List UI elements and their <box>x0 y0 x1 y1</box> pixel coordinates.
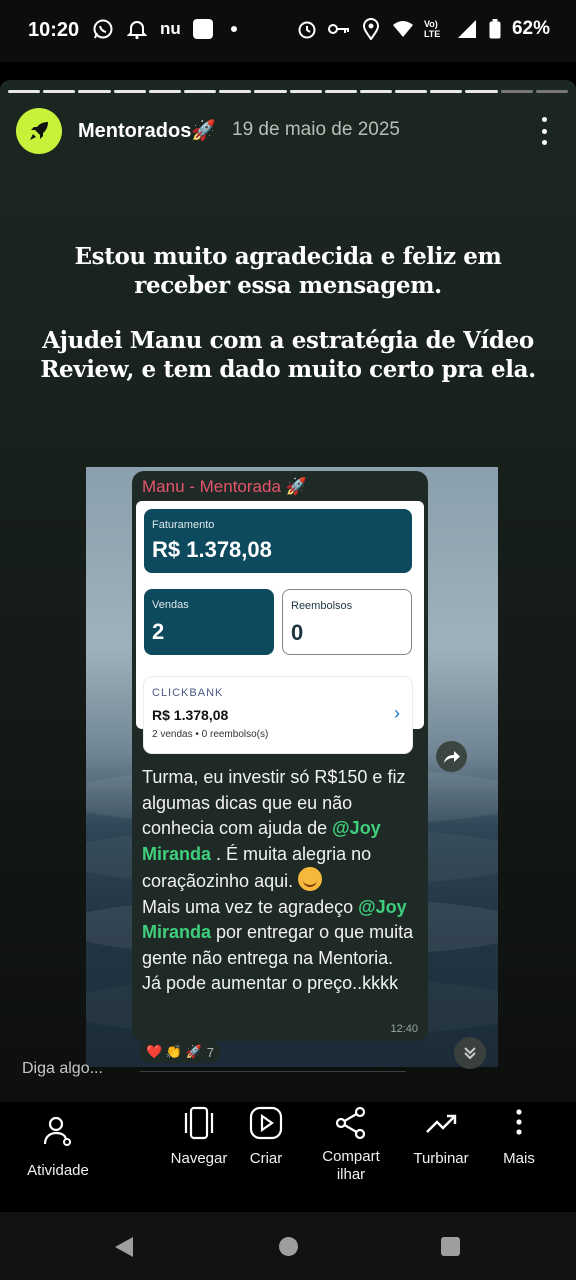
notification-icons: nu <box>92 18 237 40</box>
bell-icon <box>126 18 148 40</box>
more-label: Mais <box>503 1150 535 1167</box>
reply-input[interactable]: Diga algo... <box>22 1060 103 1078</box>
revenue-value: R$ 1.378,08 <box>152 537 272 562</box>
avatar[interactable] <box>16 108 62 154</box>
chevron-down-icon <box>454 1037 486 1069</box>
play-icon <box>249 1106 283 1140</box>
alarm-icon <box>296 18 318 40</box>
message-text: Mais uma vez te agradeço <box>142 896 359 917</box>
progress-segment <box>289 90 322 93</box>
rocket-icon <box>30 122 48 140</box>
system-nav-bar <box>0 1212 576 1280</box>
post-date: 19 de maio de 2025 <box>232 119 400 140</box>
battery-icon <box>488 18 502 40</box>
chat-title: Manu - Mentorada 🚀 <box>142 477 307 496</box>
app-square-icon <box>192 19 213 39</box>
divider <box>140 1071 406 1072</box>
caption-paragraph: Estou muito agradecida e feliz em recebe… <box>74 243 502 299</box>
share-icon <box>335 1106 366 1140</box>
story-progress-bar <box>8 90 568 93</box>
browse-button[interactable]: Navegar <box>162 1106 236 1167</box>
more-options-icon[interactable] <box>534 114 554 148</box>
revenue-label: Faturamento <box>152 519 215 531</box>
story-action-bar: Atividade Navegar Criar Compart ilhar Tu… <box>0 1102 576 1194</box>
battery-percent: 62% <box>511 18 550 39</box>
progress-segment <box>8 90 41 93</box>
progress-segment <box>78 90 111 93</box>
key-icon <box>327 18 350 40</box>
clock: 10:20 <box>28 19 80 41</box>
chat-message: Turma, eu investir só R$150 e fiz alguma… <box>142 765 422 997</box>
nubank-icon: nu <box>160 19 181 38</box>
more-vert-icon <box>516 1109 522 1135</box>
dot-icon <box>230 26 237 32</box>
chat-screenshot: Manu - Mentorada 🚀 Faturamento R$ 1.378,… <box>132 471 428 1041</box>
progress-segment <box>219 90 252 93</box>
whatsapp-icon <box>92 18 114 40</box>
clickbank-value: R$ 1.378,08 <box>152 707 229 723</box>
story-caption: Estou muito agradecida e feliz em recebe… <box>40 242 536 410</box>
refunds-label: Reembolsos <box>291 600 353 612</box>
recents-icon[interactable] <box>441 1237 460 1256</box>
share-label: Compart <box>322 1148 380 1165</box>
activity-button[interactable]: Atividade <box>18 1114 98 1179</box>
status-bar: 10:20 nu Vo) LTE 62% <box>0 0 576 62</box>
people-icon <box>43 1116 71 1146</box>
activity-label: Atividade <box>27 1162 89 1179</box>
boost-label: Turbinar <box>413 1150 469 1167</box>
progress-segment <box>430 90 463 93</box>
progress-segment <box>324 90 357 93</box>
story-header: Mentorados🚀 19 de maio de 2025 <box>16 108 560 154</box>
clickbank-summary: 2 vendas • 0 reembolso(s) <box>152 729 269 740</box>
system-icons: Vo) LTE 62% <box>296 18 550 40</box>
sales-label: Vendas <box>152 599 189 611</box>
story-viewer[interactable]: Mentorados🚀 19 de maio de 2025 Estou mui… <box>0 80 576 1102</box>
message-time: 12:40 <box>390 1023 418 1035</box>
volte-icon: Vo) LTE <box>423 19 441 39</box>
forward-icon <box>436 741 467 772</box>
create-label: Criar <box>249 1150 283 1167</box>
boost-button[interactable]: Turbinar <box>404 1106 478 1167</box>
clickbank-row: CLICKBANK R$ 1.378,08 2 vendas • 0 reemb… <box>144 677 412 753</box>
progress-segment <box>183 90 217 93</box>
sales-dashboard: Faturamento R$ 1.378,08 Vendas 2 Reembol… <box>136 501 424 753</box>
revenue-card: Faturamento R$ 1.378,08 <box>144 509 412 573</box>
progress-segment <box>148 90 181 93</box>
wifi-icon <box>392 18 414 40</box>
caption-paragraph: Ajudei Manu com a estratégia de Vídeo Re… <box>40 327 536 383</box>
back-icon[interactable] <box>114 1236 134 1263</box>
sales-value: 2 <box>152 619 165 644</box>
progress-segment <box>465 90 498 93</box>
clickbank-logo: CLICKBANK <box>152 687 224 699</box>
progress-segment <box>395 90 428 93</box>
progress-segment <box>359 90 393 93</box>
home-icon[interactable] <box>279 1237 298 1256</box>
browse-label: Navegar <box>170 1150 228 1167</box>
smiling-face-emoji-icon <box>298 867 323 891</box>
progress-segment <box>43 90 76 93</box>
progress-segment <box>500 90 533 93</box>
progress-segment <box>535 90 568 93</box>
sales-card: Vendas 2 <box>144 589 274 655</box>
share-label: ilhar <box>336 1166 366 1183</box>
reactions-bar: ❤️ 👏 🚀 7 <box>140 1041 221 1063</box>
progress-segment <box>254 90 287 93</box>
account-name[interactable]: Mentorados🚀 <box>78 118 216 143</box>
message-text: Já pode aumentar o preço..kkkk <box>142 973 399 993</box>
signal-icon <box>456 18 478 40</box>
reaction-count: 7 <box>206 1044 215 1060</box>
chevron-right-icon: › <box>394 703 400 723</box>
trending-up-icon <box>426 1114 457 1133</box>
more-button[interactable]: Mais <box>494 1106 544 1167</box>
refunds-value: 0 <box>291 620 304 645</box>
browse-icon <box>184 1106 214 1140</box>
refunds-card: Reembolsos 0 <box>282 589 412 655</box>
share-button[interactable]: Compart ilhar <box>314 1106 388 1184</box>
create-button[interactable]: Criar <box>238 1106 294 1167</box>
location-icon <box>360 18 382 40</box>
progress-segment <box>113 90 146 93</box>
reaction-emojis: ❤️ 👏 🚀 <box>146 1044 202 1059</box>
